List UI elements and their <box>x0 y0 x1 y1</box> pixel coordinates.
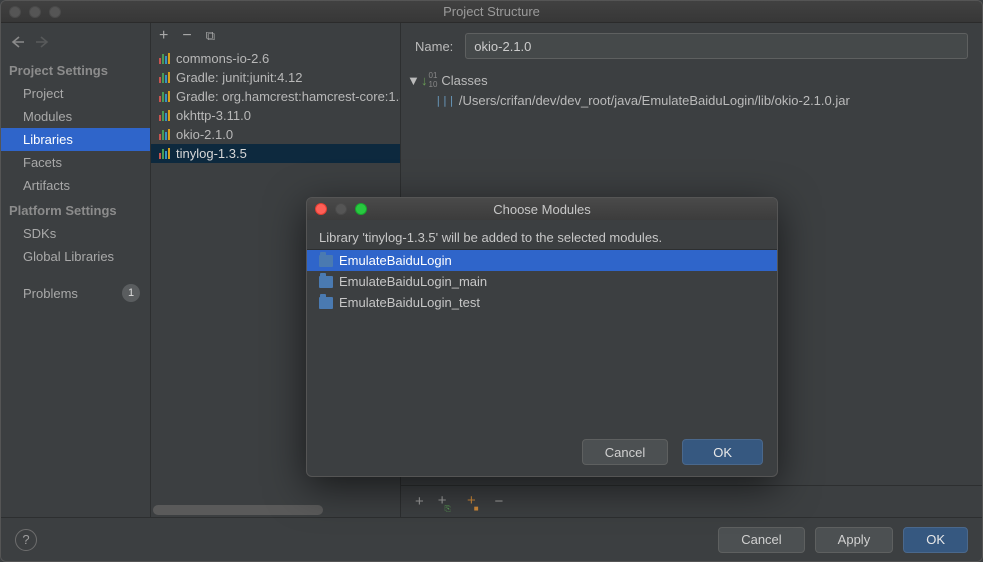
remove-item-icon[interactable]: − <box>495 493 504 510</box>
tree-node-jar[interactable]: ||| /Users/crifan/dev/dev_root/java/Emul… <box>401 91 982 110</box>
library-label: Gradle: org.hamcrest:hamcrest-core:1.3 <box>176 89 400 104</box>
sidebar-item-problems[interactable]: Problems 1 <box>1 278 150 308</box>
choose-modules-dialog: Choose Modules Library 'tinylog-1.3.5' w… <box>306 197 778 477</box>
help-button[interactable]: ? <box>15 529 37 551</box>
module-row[interactable]: EmulateBaiduLogin_test <box>307 292 777 313</box>
library-icon <box>159 129 170 140</box>
sidebar-item-sdks[interactable]: SDKs <box>1 222 150 245</box>
module-icon <box>319 255 333 267</box>
dialog-footer: ? Cancel Apply OK <box>1 517 982 561</box>
nav-forward-icon <box>35 34 51 53</box>
sidebar-item-facets[interactable]: Facets <box>1 151 150 174</box>
library-row[interactable]: commons-io-2.6 <box>151 49 400 68</box>
module-label: EmulateBaiduLogin <box>339 253 452 268</box>
library-icon <box>159 148 170 159</box>
module-icon <box>319 297 333 309</box>
module-label: EmulateBaiduLogin_test <box>339 295 480 310</box>
window-zoom-icon[interactable] <box>49 6 61 18</box>
main-titlebar: Project Structure <box>1 1 982 23</box>
disclosure-triangle-icon[interactable]: ▼ <box>407 73 417 88</box>
dialog-ok-button[interactable]: OK <box>682 439 763 465</box>
copy-library-icon[interactable]: ⧉ <box>206 28 215 44</box>
ok-button[interactable]: OK <box>903 527 968 553</box>
library-icon <box>159 72 170 83</box>
sidebar-section-platform-settings: Platform Settings <box>1 197 150 222</box>
detail-toolbar: + +⎘ +■ − <box>401 485 982 517</box>
library-name-input[interactable] <box>465 33 968 59</box>
library-label: commons-io-2.6 <box>176 51 269 66</box>
dialog-zoom-icon[interactable] <box>355 203 367 215</box>
dialog-message: Library 'tinylog-1.3.5' will be added to… <box>307 220 777 249</box>
window-title: Project Structure <box>1 4 982 19</box>
jar-icon: ||| <box>435 94 455 107</box>
nav-back-icon[interactable] <box>9 34 25 53</box>
tree-node-label: Classes <box>441 73 487 88</box>
library-row[interactable]: tinylog-1.3.5 <box>151 144 400 163</box>
dialog-button-row: Cancel OK <box>307 428 777 476</box>
sidebar-item-global-libraries[interactable]: Global Libraries <box>1 245 150 268</box>
library-label: tinylog-1.3.5 <box>176 146 247 161</box>
library-label: okhttp-3.11.0 <box>176 108 251 123</box>
library-icon <box>159 91 170 102</box>
problems-count-badge: 1 <box>122 284 140 302</box>
module-row[interactable]: EmulateBaiduLogin_main <box>307 271 777 292</box>
library-row[interactable]: Gradle: org.hamcrest:hamcrest-core:1.3 <box>151 87 400 106</box>
name-label: Name: <box>415 39 453 54</box>
window-close-icon[interactable] <box>9 6 21 18</box>
problems-label: Problems <box>23 286 78 301</box>
add-specify-icon[interactable]: +■ <box>467 492 481 511</box>
library-icon <box>159 110 170 121</box>
module-label: EmulateBaiduLogin_main <box>339 274 487 289</box>
library-icon <box>159 53 170 64</box>
tree-node-path: /Users/crifan/dev/dev_root/java/EmulateB… <box>459 93 850 108</box>
module-icon <box>319 276 333 288</box>
tree-node-classes[interactable]: ▼ ↓0110 Classes <box>401 69 982 91</box>
dialog-minimize-icon <box>335 203 347 215</box>
window-minimize-icon[interactable] <box>29 6 41 18</box>
library-row[interactable]: Gradle: junit:junit:4.12 <box>151 68 400 87</box>
sidebar-item-libraries[interactable]: Libraries <box>1 128 150 151</box>
dialog-cancel-button[interactable]: Cancel <box>582 439 668 465</box>
module-row[interactable]: EmulateBaiduLogin <box>307 250 777 271</box>
library-label: Gradle: junit:junit:4.12 <box>176 70 302 85</box>
library-toolbar: + − ⧉ <box>151 23 400 49</box>
library-label: okio-2.1.0 <box>176 127 233 142</box>
dialog-titlebar: Choose Modules <box>307 198 777 220</box>
remove-library-icon[interactable]: − <box>182 27 191 45</box>
settings-sidebar: Project Settings Project Modules Librari… <box>1 23 151 517</box>
sidebar-item-modules[interactable]: Modules <box>1 105 150 128</box>
nav-bar <box>1 27 150 57</box>
sidebar-section-project-settings: Project Settings <box>1 57 150 82</box>
dialog-close-icon[interactable] <box>315 203 327 215</box>
module-list[interactable]: EmulateBaiduLogin EmulateBaiduLogin_main… <box>307 249 777 428</box>
sidebar-item-project[interactable]: Project <box>1 82 150 105</box>
apply-button[interactable]: Apply <box>815 527 894 553</box>
sidebar-item-artifacts[interactable]: Artifacts <box>1 174 150 197</box>
add-url-icon[interactable]: +⎘ <box>438 492 453 512</box>
add-item-icon[interactable]: + <box>415 493 424 510</box>
library-row[interactable]: okio-2.1.0 <box>151 125 400 144</box>
dialog-title: Choose Modules <box>307 202 777 217</box>
library-list-scrollbar[interactable] <box>153 505 398 515</box>
library-row[interactable]: okhttp-3.11.0 <box>151 106 400 125</box>
cancel-button[interactable]: Cancel <box>718 527 804 553</box>
classes-icon: ↓0110 <box>421 71 437 89</box>
add-library-icon[interactable]: + <box>159 27 168 45</box>
